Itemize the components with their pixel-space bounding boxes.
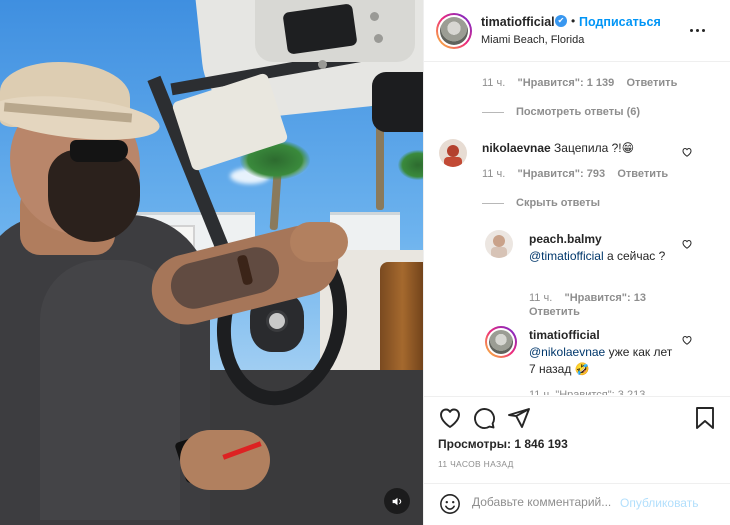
reply-button[interactable]: Ответить bbox=[617, 168, 668, 180]
like-comment-heart-icon[interactable] bbox=[681, 146, 693, 158]
reply-avatar[interactable] bbox=[485, 326, 517, 358]
heart-icon[interactable] bbox=[438, 406, 462, 430]
person-beard bbox=[48, 150, 140, 242]
views-label: Просмотры: bbox=[438, 437, 512, 451]
like-reply-heart-icon[interactable] bbox=[681, 334, 693, 346]
comment-likes[interactable]: "Нравится": 1 139 bbox=[518, 77, 615, 89]
view-replies-link[interactable]: Посмотреть ответы (6) bbox=[482, 106, 640, 118]
grin-emoji: 😁 bbox=[621, 141, 635, 155]
reply-mention[interactable]: @nikolaevnae bbox=[529, 345, 605, 359]
avatar-image bbox=[489, 330, 513, 354]
publish-button[interactable]: Опубликовать bbox=[620, 496, 698, 510]
share-icon[interactable] bbox=[507, 406, 531, 430]
steering-wheel-logo bbox=[266, 310, 288, 332]
hide-replies-label: Скрыть ответы bbox=[516, 197, 600, 209]
emoji-icon[interactable] bbox=[439, 493, 461, 515]
reply-mention[interactable]: @timatiofficial bbox=[529, 249, 604, 263]
more-icon[interactable] bbox=[686, 22, 708, 38]
reply-meta: 11 ч. "Нравится": 13 Ответить bbox=[529, 291, 646, 319]
console-button bbox=[370, 12, 379, 21]
person-lower-hand bbox=[180, 430, 270, 490]
reply-time[interactable]: 11 ч. bbox=[529, 292, 552, 304]
sound-toggle-button[interactable] bbox=[384, 488, 410, 514]
views-value: 1 846 193 bbox=[514, 437, 568, 451]
reply-meta-partial: 11 ч. "Нравится": 3 213 bbox=[529, 389, 646, 395]
reply-button[interactable]: Ответить bbox=[529, 306, 580, 318]
reply-avatar[interactable] bbox=[485, 230, 513, 258]
reply-body: peach.balmy @timatiofficial а сейчас ? bbox=[529, 231, 679, 265]
comment-meta: 11 ч. "Нравится": 1 139 Ответить bbox=[482, 77, 677, 89]
post-header: timatiofficial ✔ • Подписаться Miami Bea… bbox=[424, 0, 730, 62]
wood-trim bbox=[380, 262, 423, 382]
comment-input[interactable] bbox=[472, 495, 620, 509]
comment-time[interactable]: 11 ч. bbox=[482, 168, 505, 180]
divider-line bbox=[482, 202, 504, 204]
post-details-panel: timatiofficial ✔ • Подписаться Miami Bea… bbox=[423, 0, 730, 525]
reply-button[interactable]: Ответить bbox=[627, 77, 678, 89]
console-button bbox=[318, 60, 327, 69]
post-media[interactable] bbox=[0, 0, 423, 525]
laughing-emoji: 🤣 bbox=[574, 362, 590, 376]
views-count[interactable]: Просмотры: 1 846 193 bbox=[438, 437, 568, 451]
view-replies-label: Посмотреть ответы (6) bbox=[516, 106, 641, 118]
verified-icon: ✔ bbox=[555, 15, 567, 27]
comment-meta: 11 ч. "Нравится": 793 Ответить bbox=[482, 168, 668, 180]
post-actions: Просмотры: 1 846 193 11 ЧАСОВ НАЗАД Опуб… bbox=[424, 396, 730, 522]
person-hand bbox=[290, 222, 348, 262]
post-time[interactable]: 11 ЧАСОВ НАЗАД bbox=[438, 459, 514, 469]
reply-body: timatiofficial @nikolaevnae уже как лет … bbox=[529, 327, 679, 378]
avatar-image bbox=[439, 139, 467, 167]
reply-text: а сейчас ? bbox=[603, 249, 666, 263]
sound-icon bbox=[392, 497, 401, 505]
author-avatar[interactable] bbox=[436, 13, 472, 49]
author-username[interactable]: timatiofficial bbox=[481, 15, 555, 29]
reply-username[interactable]: peach.balmy bbox=[529, 231, 679, 248]
hide-replies-link[interactable]: Скрыть ответы bbox=[482, 197, 600, 209]
comment-icon[interactable] bbox=[472, 406, 496, 430]
avatar-image bbox=[485, 230, 513, 258]
comment-bar: Опубликовать bbox=[424, 483, 730, 523]
commenter-username[interactable]: nikolaevnae bbox=[482, 141, 551, 155]
post-location[interactable]: Miami Beach, Florida bbox=[481, 34, 584, 46]
comment-body: nikolaevnae Зацепила ?!😁 bbox=[482, 140, 697, 157]
follow-button[interactable]: Подписаться bbox=[579, 15, 661, 29]
separator-dot: • bbox=[571, 14, 576, 28]
reply-username[interactable]: timatiofficial bbox=[529, 327, 679, 344]
comment-likes[interactable]: "Нравится": 793 bbox=[518, 168, 606, 180]
reply-likes[interactable]: "Нравится": 13 bbox=[565, 292, 646, 304]
like-reply-heart-icon[interactable] bbox=[681, 238, 693, 250]
bookmark-icon[interactable] bbox=[694, 406, 716, 430]
rear-view-mirror bbox=[372, 72, 423, 132]
sunglasses bbox=[70, 140, 128, 162]
console-button bbox=[374, 34, 383, 43]
commenter-avatar[interactable] bbox=[439, 139, 467, 167]
comment-time[interactable]: 11 ч. bbox=[482, 77, 505, 89]
comment-text: Зацепила ?! bbox=[554, 141, 622, 155]
divider-line bbox=[482, 111, 504, 113]
avatar-image bbox=[440, 17, 468, 45]
